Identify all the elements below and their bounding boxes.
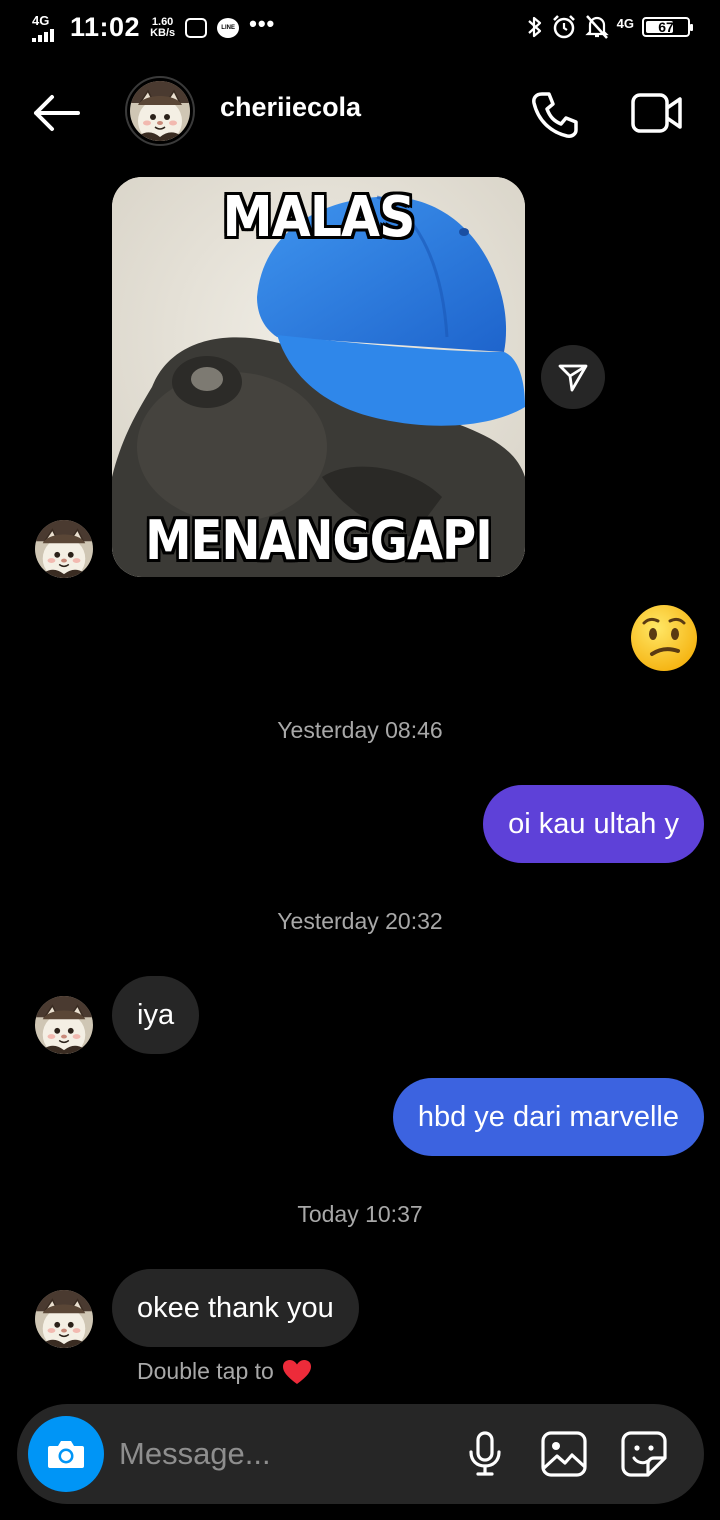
network-type-right: 4G — [616, 15, 634, 31]
timestamp: Yesterday 20:32 — [277, 908, 443, 934]
outgoing-message[interactable]: hbd ye dari marvelle — [392, 1078, 704, 1156]
message-input[interactable] — [119, 1430, 439, 1478]
phone-icon — [532, 92, 578, 138]
cat-avatar-illustration — [35, 996, 93, 1054]
incoming-message[interactable]: okee thank you — [112, 1269, 359, 1347]
signal-icon: 4G — [30, 12, 60, 42]
battery-percent: 67 — [658, 19, 674, 35]
network-type: 4G — [32, 12, 50, 28]
avatar-image — [130, 81, 190, 141]
video-camera-icon — [631, 93, 682, 133]
sticker-bottom-text: MENANGGAPI — [145, 509, 492, 572]
network-speed: 1.60 KB/s — [150, 15, 176, 39]
alarm-icon — [552, 15, 575, 39]
timestamp: Yesterday 08:46 — [277, 717, 443, 743]
message-text: okee thank you — [137, 1291, 334, 1324]
heart-icon — [282, 1359, 311, 1384]
cat-avatar-illustration — [35, 1290, 93, 1348]
audio-call-button[interactable] — [530, 90, 580, 140]
message-text: iya — [137, 998, 175, 1031]
sender-avatar[interactable] — [35, 520, 93, 578]
message-composer — [17, 1404, 704, 1504]
sender-avatar[interactable] — [35, 1290, 93, 1348]
sticker-message[interactable]: MALAS MENANGGAPI — [112, 177, 525, 577]
send-icon — [558, 364, 588, 392]
profile-avatar[interactable] — [125, 76, 195, 146]
status-bar: 4G 11:02 1.60 KB/s LINE ••• 4G 67 — [0, 0, 720, 56]
message-text: oi kau ultah y — [508, 807, 679, 840]
double-tap-hint: Double tap to — [137, 1358, 312, 1385]
sender-avatar[interactable] — [35, 996, 93, 1054]
cat-avatar-illustration — [130, 81, 190, 141]
speed-unit: KB/s — [150, 26, 176, 39]
back-button[interactable] — [30, 92, 82, 134]
outgoing-message[interactable]: oi kau ultah y — [483, 785, 704, 863]
share-button[interactable] — [541, 345, 605, 409]
battery-icon: 67 — [642, 17, 693, 37]
more-notifications-icon: ••• — [249, 10, 276, 36]
microphone-icon — [469, 1431, 501, 1476]
line-app-label: LINE — [221, 24, 235, 31]
voice-message-button[interactable] — [461, 1430, 509, 1478]
sticker-top-text: MALAS — [222, 185, 415, 250]
sticker-icon — [621, 1431, 667, 1477]
username[interactable]: cheriiecola — [220, 92, 361, 123]
confused-face-emoji[interactable] — [630, 604, 698, 672]
sticker-button[interactable] — [620, 1430, 668, 1478]
clock: 11:02 — [70, 12, 141, 42]
double-tap-text: Double tap to — [137, 1358, 274, 1384]
mute-bell-icon — [585, 15, 609, 39]
message-text: hbd ye dari marvelle — [417, 1100, 679, 1133]
incoming-message[interactable]: iya — [112, 976, 200, 1054]
speed-value: 1.60 — [151, 15, 174, 28]
gallery-notification-icon — [185, 17, 208, 38]
gallery-button[interactable] — [540, 1430, 588, 1478]
video-call-button[interactable] — [630, 90, 684, 136]
chat-header: cheriiecola — [0, 70, 720, 156]
back-arrow-icon — [34, 95, 80, 131]
timestamp: Today 10:37 — [297, 1201, 423, 1227]
camera-icon — [48, 1441, 84, 1468]
camera-button[interactable] — [28, 1416, 104, 1492]
gallery-icon — [541, 1431, 587, 1477]
bluetooth-icon — [527, 16, 541, 38]
cat-avatar-illustration — [35, 520, 93, 578]
line-app-icon: LINE — [217, 17, 240, 38]
